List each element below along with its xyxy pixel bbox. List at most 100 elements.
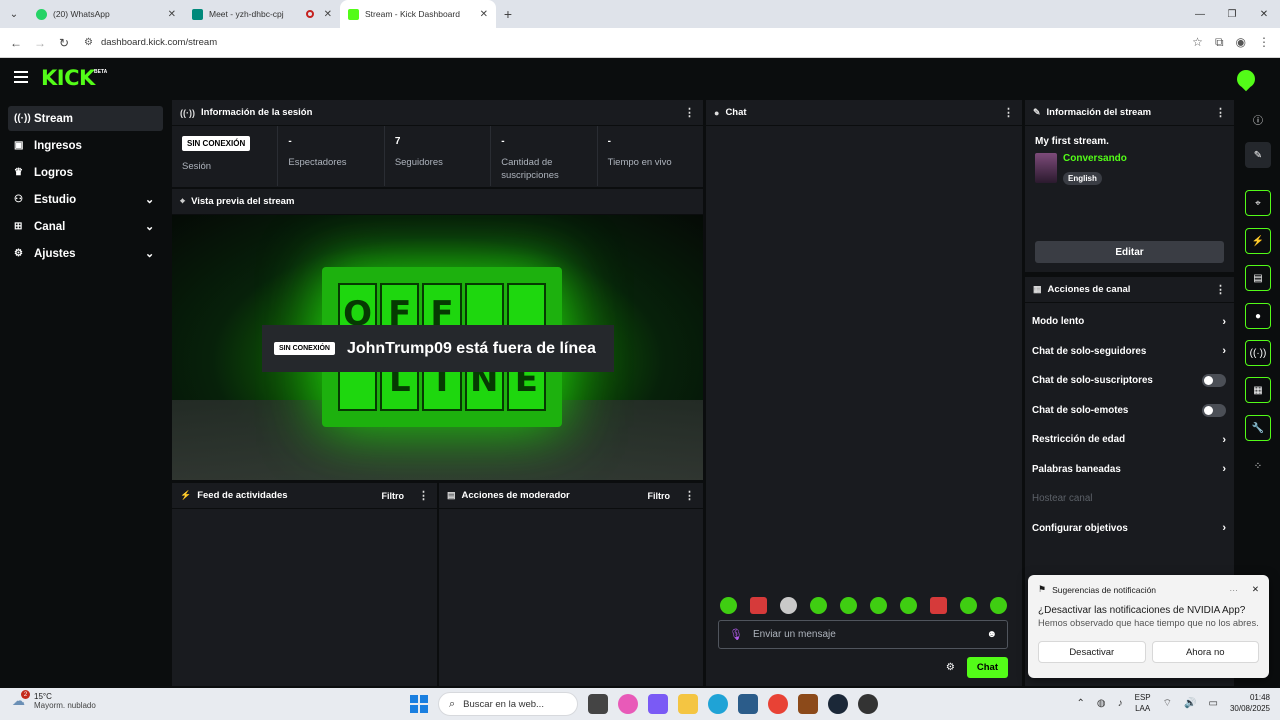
chrome-icon[interactable] <box>768 694 788 714</box>
sidebar-item-estudio[interactable]: ⚇ Estudio ⌄ <box>8 187 163 212</box>
emote-icon[interactable] <box>780 597 797 614</box>
emote-icon[interactable] <box>870 597 887 614</box>
sidebar-item-logros[interactable]: ♛ Logros <box>8 160 163 185</box>
lightning-icon[interactable]: ⚡ <box>1245 228 1271 254</box>
emotes-only-toggle[interactable] <box>1202 403 1226 417</box>
stream-category[interactable]: Conversando <box>1063 153 1127 164</box>
steam-icon[interactable] <box>828 694 848 714</box>
more-options-icon[interactable]: ⋮ <box>684 106 695 119</box>
more-options-icon[interactable]: ⋮ <box>1003 106 1014 119</box>
clock[interactable]: 01:48 30/08/2025 <box>1230 692 1270 714</box>
minimize-icon[interactable]: — <box>1184 9 1216 20</box>
send-chat-button[interactable]: Chat <box>966 657 1008 678</box>
close-tab-icon[interactable]: ✕ <box>480 9 488 20</box>
taskbar-search[interactable]: ⌕ Buscar en la web... <box>438 692 578 716</box>
chat-message-input[interactable]: 🎙 Enviar un mensaje ☻ <box>718 620 1008 649</box>
preview-icon[interactable]: ⌖ <box>1245 190 1271 216</box>
more-options-icon[interactable]: ⋮ <box>1215 106 1226 119</box>
bookmark-star-icon[interactable]: ☆ <box>1192 35 1203 50</box>
chat-icon[interactable]: ● <box>1245 303 1271 329</box>
new-tab-button[interactable]: + <box>496 6 520 22</box>
user-avatar[interactable] <box>1237 70 1255 88</box>
chevron-right-icon: › <box>1222 315 1226 328</box>
add-widget-icon[interactable]: ⁘ <box>1245 453 1271 479</box>
stream-preview[interactable]: O F F L I N E SIN CONEXIÓN JohnTrump09 e… <box>172 215 703 480</box>
kick-logo[interactable]: KICK <box>41 66 95 90</box>
store-icon[interactable] <box>738 694 758 714</box>
copilot-icon[interactable] <box>618 694 638 714</box>
emote-icon[interactable] <box>900 597 917 614</box>
emote-icon[interactable] <box>750 597 767 614</box>
emote-icon[interactable] <box>810 597 827 614</box>
more-options-icon[interactable]: ··· <box>1229 585 1238 595</box>
close-window-icon[interactable]: ✕ <box>1248 9 1280 20</box>
weather-widget[interactable]: ☁ 2 15°C Mayorm. nublado <box>12 690 96 710</box>
profile-icon[interactable]: ◉ <box>1236 35 1246 50</box>
edit-stream-button[interactable]: Editar <box>1035 241 1224 263</box>
action-banned-words[interactable]: Palabras baneadas › <box>1025 455 1234 485</box>
action-configure-goals[interactable]: Configurar objetivos › <box>1025 514 1234 544</box>
filter-button[interactable]: Filtro <box>382 491 405 501</box>
sidebar-item-ingresos[interactable]: ▣ Ingresos <box>8 133 163 158</box>
action-age-restriction[interactable]: Restricción de edad › <box>1025 425 1234 455</box>
app-icon[interactable] <box>858 694 878 714</box>
tab-meet[interactable]: Meet - yzh-dhbc-cpj ✕ <box>184 0 340 28</box>
sidebar-item-ajustes[interactable]: ⚙ Ajustes ⌄ <box>8 241 163 266</box>
emote-icon[interactable] <box>840 597 857 614</box>
reload-icon[interactable]: ↻ <box>52 36 76 50</box>
notification-source: Sugerencias de notificación <box>1052 584 1157 595</box>
wifi-icon[interactable]: ⌔ <box>1163 697 1172 710</box>
edge-icon[interactable] <box>708 694 728 714</box>
tab-kick-dashboard[interactable]: Stream - Kick Dashboard ✕ <box>340 0 496 28</box>
action-followers-only[interactable]: Chat de solo-seguidores › <box>1025 337 1234 367</box>
battery-icon[interactable]: ▭ <box>1209 698 1218 709</box>
microphone-icon[interactable]: ♪ <box>1118 698 1123 709</box>
app-icon[interactable] <box>648 694 668 714</box>
app-icon[interactable] <box>798 694 818 714</box>
emote-icon[interactable] <box>990 597 1007 614</box>
action-slow-mode[interactable]: Modo lento › <box>1025 307 1234 337</box>
document-icon[interactable]: ▤ <box>1245 265 1271 291</box>
extensions-icon[interactable]: ⧉ <box>1215 35 1224 50</box>
disable-notifications-button[interactable]: Desactivar <box>1038 641 1146 663</box>
microphone-icon[interactable]: 🎙 <box>729 628 743 641</box>
more-options-icon[interactable]: ⋮ <box>684 489 695 502</box>
more-options-icon[interactable]: ⋮ <box>1215 283 1226 296</box>
browser-menu-icon[interactable]: ⋮ <box>1258 35 1270 50</box>
close-tab-icon[interactable]: ✕ <box>324 9 332 20</box>
start-button[interactable] <box>410 695 428 713</box>
back-icon[interactable]: ← <box>4 36 28 50</box>
url-field[interactable]: ⚙ dashboard.kick.com/stream <box>84 32 1164 54</box>
emote-icon[interactable] <box>960 597 977 614</box>
site-info-icon[interactable]: ⚙ <box>84 37 93 48</box>
restore-icon[interactable]: ❐ <box>1216 9 1248 20</box>
app-header: KICK BETA <box>0 58 1280 98</box>
emote-icon[interactable] <box>930 597 947 614</box>
close-icon[interactable]: ✕ <box>1252 584 1259 595</box>
subscribers-only-toggle[interactable] <box>1202 374 1226 388</box>
chevron-up-icon[interactable]: ⌃ <box>1077 698 1085 709</box>
file-explorer-icon[interactable] <box>678 694 698 714</box>
tab-search-icon[interactable]: ⌄ <box>0 0 28 28</box>
broadcast-icon[interactable]: ((·)) <box>1245 340 1271 366</box>
network-icon[interactable]: ◍ <box>1097 698 1106 709</box>
info-icon[interactable]: ⓘ <box>1245 106 1271 132</box>
hamburger-menu-icon[interactable] <box>14 71 28 83</box>
task-view-icon[interactable] <box>588 694 608 714</box>
sidebar-item-stream[interactable]: ((·)) Stream <box>8 106 163 131</box>
close-tab-icon[interactable]: ✕ <box>168 9 176 20</box>
edit-icon[interactable]: ✎ <box>1245 142 1271 168</box>
sidebar-item-canal[interactable]: ⊞ Canal ⌄ <box>8 214 163 239</box>
volume-icon[interactable]: 🔊 <box>1184 698 1196 709</box>
language-indicator[interactable]: ESP LAA <box>1135 692 1151 714</box>
filter-button[interactable]: Filtro <box>648 491 671 501</box>
chat-settings-icon[interactable]: ⚙ <box>946 662 955 673</box>
more-options-icon[interactable]: ⋮ <box>418 489 429 502</box>
channel-actions-icon[interactable]: ▦ <box>1245 377 1271 403</box>
emote-icon[interactable] <box>720 597 737 614</box>
wrench-icon[interactable]: 🔧 <box>1245 415 1271 441</box>
not-now-button[interactable]: Ahora no <box>1151 641 1259 663</box>
tab-whatsapp[interactable]: (20) WhatsApp ✕ <box>28 0 184 28</box>
forward-icon[interactable]: → <box>28 36 52 50</box>
emoji-icon[interactable]: ☻ <box>986 629 997 640</box>
